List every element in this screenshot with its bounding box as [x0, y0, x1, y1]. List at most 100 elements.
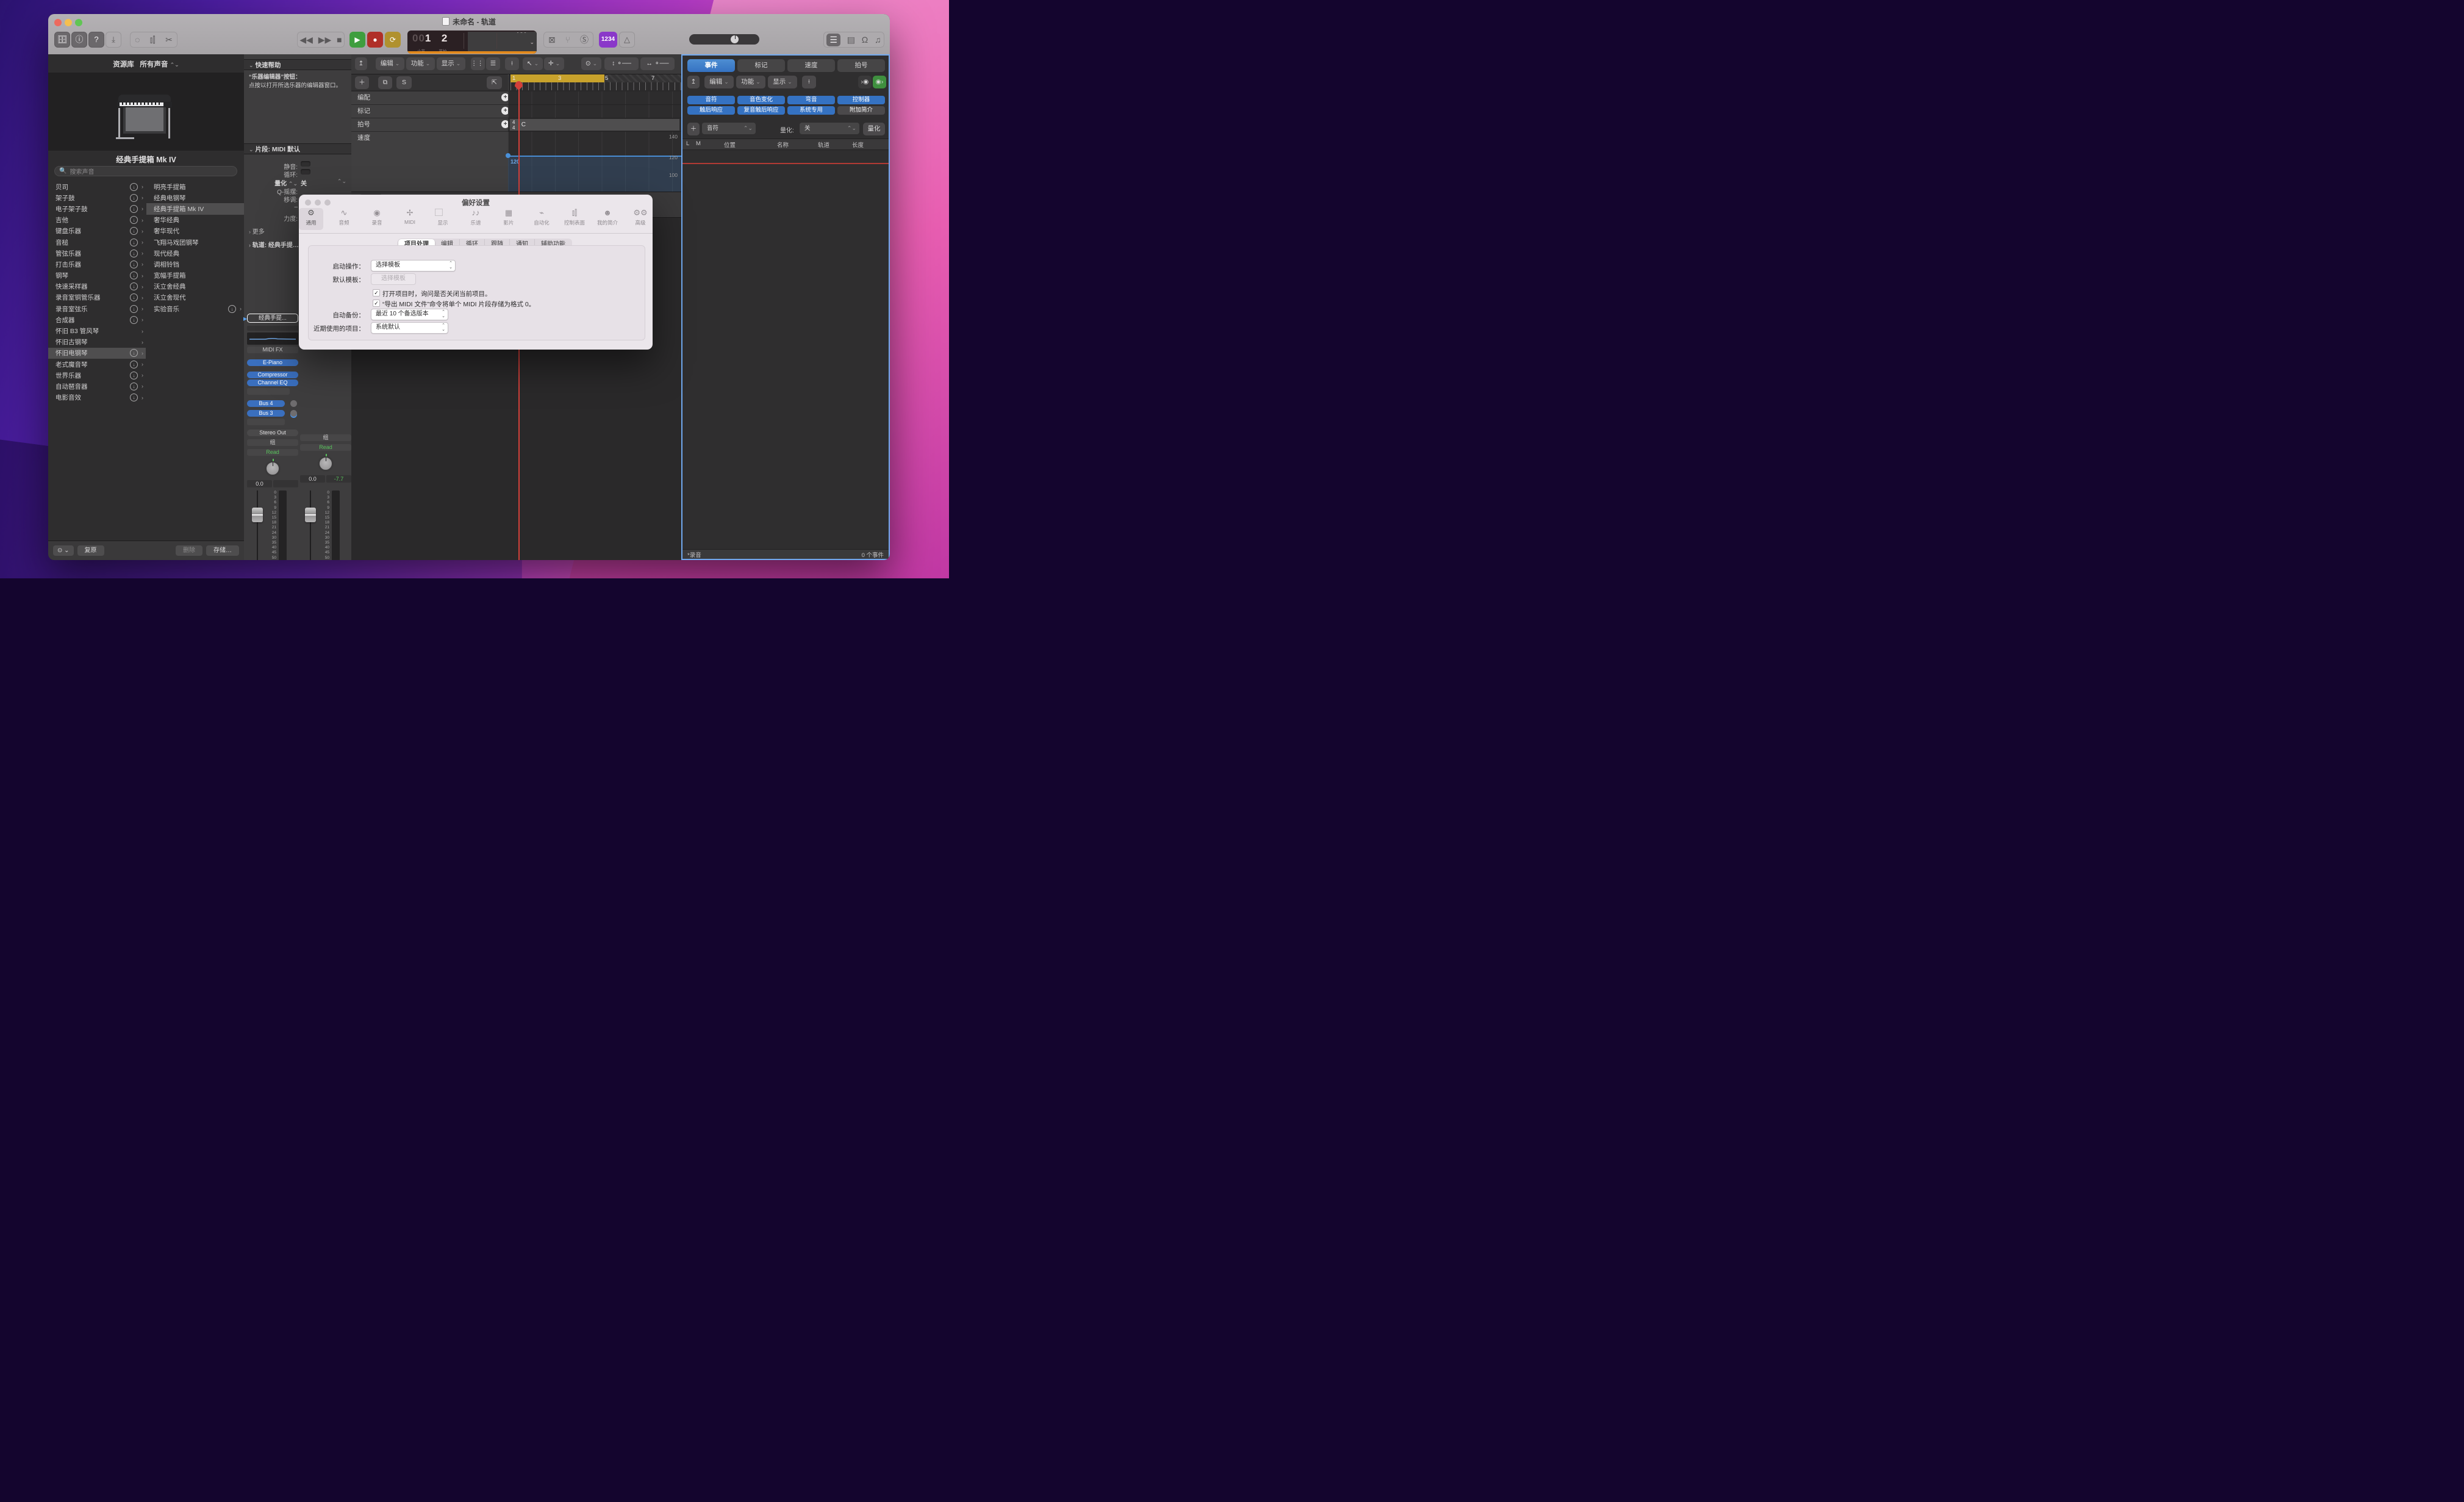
- download-icon[interactable]: ↓: [130, 393, 138, 402]
- prefs-icon-通用[interactable]: ⚙ 通用: [299, 208, 323, 230]
- download-icon[interactable]: ↓: [228, 304, 236, 313]
- tab-拍号[interactable]: 拍号: [837, 59, 885, 72]
- library-filter-dropdown[interactable]: 所有声音 ⌃⌄: [140, 61, 179, 68]
- horizontal-zoom-slider[interactable]: ↔ ⚬──: [640, 57, 675, 70]
- functions-menu[interactable]: 功能 ⌄: [406, 57, 435, 70]
- loop-browser-icon[interactable]: Ω: [862, 35, 868, 45]
- download-icon[interactable]: ↓: [130, 371, 138, 379]
- event-filter-附加简介[interactable]: 附加简介: [837, 106, 885, 115]
- crossfade-icon[interactable]: ⊠: [548, 35, 556, 45]
- master-volume-slider[interactable]: [689, 34, 759, 45]
- global-track-header[interactable]: 拍号 +: [351, 118, 514, 132]
- list-item[interactable]: 管弦乐器 ↓ ›: [48, 248, 146, 259]
- list-item[interactable]: 录音室铜管乐器 ↓ ›: [48, 292, 146, 303]
- send-knob[interactable]: [290, 410, 297, 417]
- pan-knob[interactable]: [265, 459, 281, 476]
- send-slot[interactable]: Bus 3: [247, 408, 298, 417]
- download-icon[interactable]: ↓: [130, 271, 138, 280]
- prefs-icon-音频[interactable]: ∿ 音频: [332, 208, 356, 230]
- mute-toggle[interactable]: [301, 161, 310, 167]
- pointer-tool-menu[interactable]: ↖ ⌄: [523, 57, 543, 70]
- audio-fx-slot[interactable]: Channel EQ: [247, 379, 298, 386]
- download-icon[interactable]: ↓: [130, 315, 138, 324]
- prefs-icon-录音[interactable]: ◉ 录音: [365, 208, 389, 230]
- event-filter-触后响应[interactable]: 触后响应: [687, 106, 735, 115]
- event-functions-menu[interactable]: 功能 ⌄: [736, 76, 765, 88]
- more-options-menu[interactable]: ⊙ ⌄: [581, 57, 601, 70]
- list-item[interactable]: 电子架子鼓 ↓ ›: [48, 203, 146, 214]
- tab-事件[interactable]: 事件: [687, 59, 735, 72]
- event-view-menu[interactable]: 显示 ⌄: [768, 76, 797, 88]
- global-track-header[interactable]: 速度: [351, 132, 514, 192]
- download-icon[interactable]: ↓: [130, 304, 138, 313]
- midi-format0-checkbox[interactable]: ✓: [373, 300, 380, 307]
- back-arrow-button[interactable]: ↥: [355, 57, 367, 70]
- send-slot[interactable]: Bus 4: [247, 398, 298, 407]
- volume-fader[interactable]: [252, 508, 263, 522]
- list-item[interactable]: 音槌 ↓ ›: [48, 237, 146, 248]
- audio-fx-slot[interactable]: Compressor: [247, 372, 298, 378]
- quantize-stepper[interactable]: ⌃⌄: [337, 178, 346, 185]
- list-item[interactable]: 奢华经典: [146, 215, 244, 226]
- group-slot[interactable]: 组: [300, 434, 351, 441]
- loop-toggle[interactable]: [301, 169, 310, 174]
- event-edit-menu[interactable]: 编辑 ⌄: [704, 76, 734, 88]
- arrangement-lane[interactable]: [508, 92, 681, 105]
- revert-button[interactable]: 复原: [77, 545, 104, 556]
- list-item[interactable]: 电影音效 ↓ ›: [48, 392, 146, 403]
- solo-mode-icon[interactable]: Ⓢ: [580, 34, 589, 46]
- event-quantize-select[interactable]: 关 ⌃⌄: [800, 123, 859, 134]
- inspector-toggle-button[interactable]: ⓘ: [71, 32, 87, 48]
- volume-value[interactable]: 0.0: [247, 480, 272, 487]
- tempo-point[interactable]: [506, 153, 510, 158]
- download-icon[interactable]: ↓: [130, 216, 138, 225]
- download-icon[interactable]: ↓: [130, 193, 138, 202]
- mixer-icon[interactable]: ⫾⫿: [150, 35, 156, 45]
- track-view-button[interactable]: ☰: [486, 57, 500, 70]
- search-input[interactable]: 🔍 搜索声音: [54, 166, 237, 176]
- list-item[interactable]: 沃立舍现代: [146, 292, 244, 303]
- volume-fader[interactable]: [305, 508, 316, 522]
- track-stack-button[interactable]: ⇱: [487, 76, 502, 89]
- instrument-slot[interactable]: E-Piano: [247, 359, 298, 366]
- ask-close-checkbox[interactable]: ✓: [373, 289, 380, 296]
- library-toggle-button[interactable]: 🗄: [54, 32, 70, 48]
- list-item[interactable]: 调相铃铛: [146, 259, 244, 270]
- download-icon[interactable]: ↓: [130, 227, 138, 235]
- event-filter-系统专用[interactable]: 系统专用: [787, 106, 835, 115]
- event-back-button[interactable]: ↥: [687, 76, 700, 88]
- library-action-menu[interactable]: ⊙ ⌄: [53, 545, 74, 556]
- chevron-down-icon[interactable]: ⌄: [529, 39, 534, 46]
- list-item[interactable]: 钢琴 ↓ ›: [48, 270, 146, 281]
- quantize-value[interactable]: 关: [301, 178, 307, 187]
- output-slot[interactable]: Stereo Out: [247, 429, 298, 436]
- list-item[interactable]: 经典电钢琴: [146, 192, 244, 203]
- lcd-display[interactable]: 001 2 小节 节拍 120 保留 速度 4/4 C大调 ⌄: [407, 31, 537, 54]
- event-filter-音色变化[interactable]: 音色变化: [737, 96, 785, 104]
- add-event-button[interactable]: ＋: [687, 123, 700, 135]
- list-item[interactable]: 奢华现代: [146, 226, 244, 237]
- prefs-icon-控制表面[interactable]: ⫾⫿ 控制表面: [562, 208, 587, 230]
- bar-ruler[interactable]: 1 3 5 7: [508, 74, 682, 90]
- global-track-header[interactable]: 编配 +: [351, 92, 514, 105]
- delete-button[interactable]: 删除: [176, 545, 202, 556]
- prefs-icon-影片[interactable]: ▦ 影片: [496, 208, 521, 230]
- event-type-select[interactable]: 音符 ⌃⌄: [702, 123, 756, 134]
- event-filter-复音触后响应[interactable]: 复音触后响应: [737, 106, 785, 115]
- forward-button[interactable]: ▶▶: [318, 35, 332, 45]
- list-item[interactable]: 快速采样器 ↓ ›: [48, 281, 146, 292]
- event-filter-音符[interactable]: 音符: [687, 96, 735, 104]
- list-item[interactable]: 合成器 ↓ ›: [48, 314, 146, 325]
- quick-help-header[interactable]: ⌄ 快速帮助: [244, 59, 351, 70]
- automation-mode[interactable]: Read: [300, 444, 351, 451]
- download-icon[interactable]: ↓: [130, 182, 138, 191]
- list-item[interactable]: 自动琶音器 ↓ ›: [48, 381, 146, 392]
- event-filter-控制器[interactable]: 控制器: [837, 96, 885, 104]
- eq-thumbnail[interactable]: [247, 332, 298, 345]
- pan-knob[interactable]: [318, 454, 334, 472]
- note-pads-icon[interactable]: ▤: [847, 35, 855, 45]
- send-knob[interactable]: [290, 400, 297, 407]
- download-icon[interactable]: ↓: [130, 238, 138, 246]
- list-item[interactable]: 录音室弦乐 ↓ ›: [48, 303, 146, 314]
- list-item[interactable]: 现代经典: [146, 248, 244, 259]
